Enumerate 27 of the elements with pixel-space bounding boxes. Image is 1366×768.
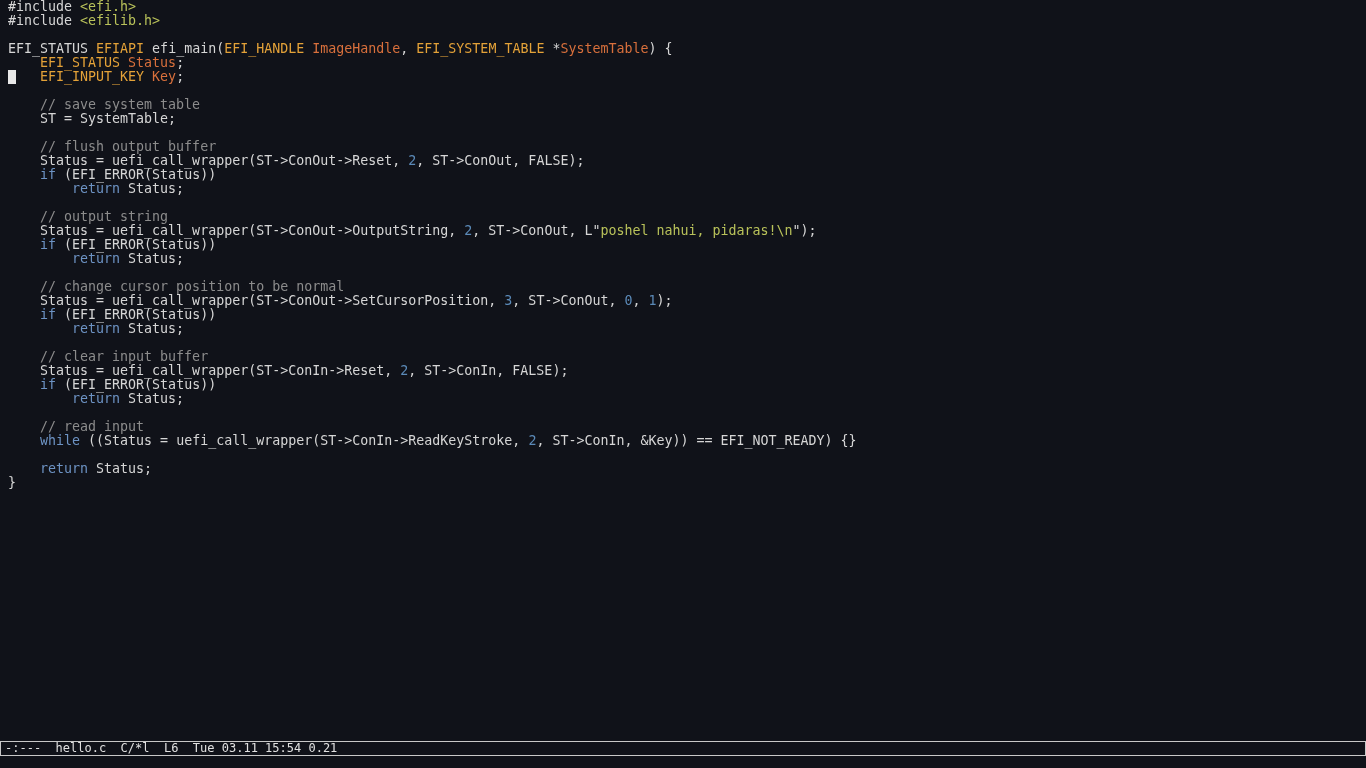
code-line: EFI_INPUT_KEY Key; [40,69,185,84]
code-line: EFI_STATUS Status; [39,55,185,70]
code-line: if (EFI_ERROR(Status)) [39,167,217,182]
code-line: // flush output buffer [39,139,217,154]
code-line: // save system table [39,97,201,112]
code-line: if (EFI_ERROR(Status)) [39,237,217,252]
code-line: Status = uefi_call_wrapper(ST->ConOut->SetCursorPosition, 3, ST->ConOut, 0, 1); [39,293,673,308]
code-line: return Status; [72,391,185,406]
code-line: EFI_STATUS EFIAPI efi_main(EFI_HANDLE ImageHandle, EFI_SYSTEM_TABLE *SystemTable) { [8,41,673,56]
code-line: return Status; [72,181,185,196]
code-line: // change cursor position to be normal [39,279,345,294]
code-line: } [8,475,16,490]
code-line: return Status; [39,461,153,476]
code-line: // output string [39,209,169,224]
code-line: Status = uefi_call_wrapper(ST->ConOut->OutputString, 2, ST->ConOut, L"poshel nahui, pidaras!\n"); [39,223,817,238]
code-line: if (EFI_ERROR(Status)) [39,377,217,392]
code-line: // clear input buffer [39,349,209,364]
code-line: Status = uefi_call_wrapper(ST->ConOut->Reset, 2, ST->ConOut, FALSE); [39,153,585,168]
code-line: Status = uefi_call_wrapper(ST->ConIn->Reset, 2, ST->ConIn, FALSE); [39,363,569,378]
code-line: if (EFI_ERROR(Status)) [39,307,217,322]
code-line: while ((Status = uefi_call_wrapper(ST->ConIn->ReadKeyStroke, 2, ST->ConIn, &Key)) == EFI_NOT_READY) {} [39,433,857,448]
code-line: #include <efi.h> [8,0,137,14]
code-line: return Status; [72,251,185,266]
code-line: ST = SystemTable; [39,111,177,126]
code-line: // read input [39,419,145,434]
code-line: return Status; [72,321,185,336]
code-line: #include <efilib.h> [8,13,161,28]
